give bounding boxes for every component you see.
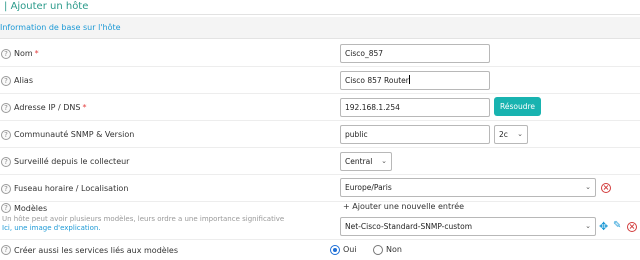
form-row-alias: ? Alias Cisco 857 Router [0,67,640,94]
help-icon[interactable]: ? [1,48,11,59]
text-cursor [408,75,410,84]
page-title: | Ajouter un hôte [0,0,640,15]
templates-description: Un hôte peut avoir plusieurs modèles, le… [2,215,285,223]
remove-icon[interactable]: × [601,183,611,193]
resolve-button[interactable]: Résoudre [494,97,541,116]
chevron-down-icon: ⌄ [517,130,523,138]
help-icon[interactable]: ? [1,75,11,86]
alias-input-value: Cisco 857 Router [345,76,409,85]
add-template-link[interactable]: + Ajouter une nouvelle entrée [343,202,464,211]
timezone-value: Europe/Paris [345,183,392,192]
pencil-icon[interactable]: ✎ [613,221,621,231]
form-row-templates: ? Modèles + Ajouter une nouvelle entrée … [0,202,640,240]
help-icon[interactable]: ? [1,156,11,167]
help-icon[interactable]: ? [1,245,11,255]
collector-value: Central [345,157,373,166]
form-row-address: ? Adresse IP / DNS * 192.168.1.254 Résou… [0,94,640,121]
page-title-text: Ajouter un hôte [10,1,89,12]
radio-no-label[interactable]: Non [386,245,402,254]
chevron-down-icon: ⌄ [585,183,591,191]
field-label-address: ? Adresse IP / DNS * [0,94,86,121]
radio-yes[interactable] [330,245,340,255]
form-row-timezone: ? Fuseau horaire / Localisation Europe/P… [0,175,640,202]
field-label-templates: ? Modèles [0,202,47,214]
radio-no[interactable] [373,245,383,255]
title-accent-bar: | [4,1,8,12]
template-value: Net-Cisco-Standard-SNMP-custom [345,222,473,231]
name-input[interactable]: Cisco_857 [340,44,490,63]
field-label-name: ? Nom * [0,40,39,67]
form-row-name: ? Nom * Cisco_857 [0,40,640,67]
radio-yes-label[interactable]: Oui [343,245,357,254]
template-select[interactable]: Net-Cisco-Standard-SNMP-custom ⌄ [340,217,596,236]
snmp-version-value: 2c [499,130,508,139]
chevron-down-icon: ⌄ [381,157,387,165]
form-row-monitored-from: ? Surveillé depuis le collecteur Central… [0,148,640,175]
help-icon[interactable]: ? [1,203,11,213]
field-label-create-services: ? Créer aussi les services liés aux modè… [0,240,178,260]
form-row-create-services: ? Créer aussi les services liés aux modè… [0,240,640,260]
alias-input[interactable]: Cisco 857 Router [340,71,490,90]
templates-explanation-link[interactable]: Ici, une image d'explication. [2,224,101,232]
field-label-timezone: ? Fuseau horaire / Localisation [0,175,128,202]
address-input[interactable]: 192.168.1.254 [340,98,490,117]
help-icon[interactable]: ? [1,102,11,113]
snmp-version-select[interactable]: 2c ⌄ [494,125,528,144]
field-label-alias: ? Alias [0,67,33,94]
timezone-select[interactable]: Europe/Paris ⌄ [340,178,596,197]
field-label-monitored-from: ? Surveillé depuis le collecteur [0,148,129,175]
move-icon[interactable]: ✥ [599,221,608,232]
form-row-snmp: ? Communauté SNMP & Version public 2c ⌄ [0,121,640,148]
collector-select[interactable]: Central ⌄ [340,152,392,171]
help-icon[interactable]: ? [1,183,11,194]
help-icon[interactable]: ? [1,129,11,140]
snmp-community-input[interactable]: public [340,125,490,144]
section-header: Information de base sur l'hôte [0,17,640,39]
remove-icon[interactable]: × [627,222,637,232]
field-label-snmp: ? Communauté SNMP & Version [0,121,134,148]
chevron-down-icon: ⌄ [585,222,591,230]
